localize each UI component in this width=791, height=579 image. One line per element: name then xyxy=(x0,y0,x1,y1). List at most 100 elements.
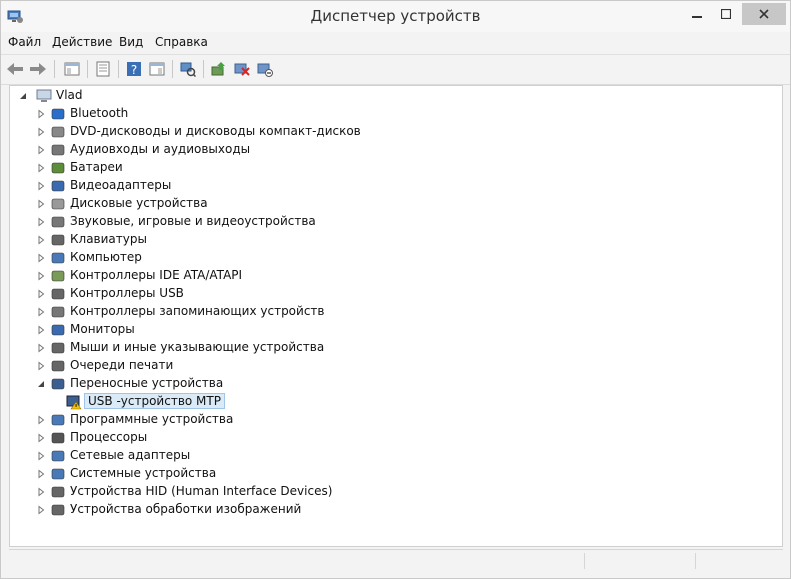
collapse-arrow-icon[interactable] xyxy=(18,91,28,101)
expand-arrow-icon[interactable] xyxy=(36,127,46,137)
tree-item-ide-controller[interactable]: Контроллеры IDE ATA/ATAPI xyxy=(36,267,736,285)
expand-arrow-icon[interactable] xyxy=(36,343,46,353)
uninstall-device-button[interactable] xyxy=(232,59,252,79)
back-button[interactable] xyxy=(5,59,25,79)
expand-arrow-icon[interactable] xyxy=(36,469,46,479)
help-button[interactable]: ? xyxy=(124,59,144,79)
computer-icon xyxy=(36,89,52,102)
show-hide-tree-button[interactable] xyxy=(62,59,82,79)
imaging-device-icon xyxy=(51,504,65,516)
update-driver-button[interactable] xyxy=(209,59,229,79)
expand-arrow-icon[interactable] xyxy=(36,361,46,371)
tree-item-label: Дисковые устройства xyxy=(70,196,208,210)
menu-help[interactable]: Справка xyxy=(155,35,208,49)
tree-item-display-adapter[interactable]: Видеоадаптеры xyxy=(36,177,736,195)
expand-arrow-icon[interactable] xyxy=(36,307,46,317)
tree-item-usb-controller[interactable]: Контроллеры USB xyxy=(36,285,736,303)
tree-item-label: Устройства обработки изображений xyxy=(70,502,302,516)
bluetooth-icon xyxy=(51,108,65,120)
tree-item-computer[interactable]: Компьютер xyxy=(36,249,736,267)
forward-button[interactable] xyxy=(28,59,48,79)
minimize-button[interactable] xyxy=(682,1,712,27)
show-hide-tree-icon xyxy=(64,62,80,76)
expand-arrow-icon[interactable] xyxy=(36,163,46,173)
disk-drive-icon xyxy=(51,198,65,210)
status-pane xyxy=(695,553,782,569)
expand-arrow-icon[interactable] xyxy=(36,181,46,191)
tree-item-bluetooth[interactable]: Bluetooth xyxy=(36,105,736,123)
expand-arrow-icon[interactable] xyxy=(36,487,46,497)
device-tree[interactable]: Vlad Bluetooth DVD-дисководы и дисководы … xyxy=(9,85,783,547)
mouse-icon xyxy=(51,342,65,354)
maximize-button[interactable] xyxy=(712,1,740,27)
expand-arrow-icon[interactable] xyxy=(36,253,46,263)
tree-item-label: Контроллеры USB xyxy=(70,286,184,300)
minimize-icon xyxy=(692,16,702,18)
tree-item-software-device[interactable]: Программные устройства xyxy=(36,411,736,429)
expand-arrow-icon[interactable] xyxy=(36,271,46,281)
maximize-icon xyxy=(721,9,731,19)
tree-item-print-queue[interactable]: Очереди печати xyxy=(36,357,736,375)
tree-item-label: Bluetooth xyxy=(70,106,129,120)
expand-arrow-icon[interactable] xyxy=(36,109,46,119)
expand-arrow-icon[interactable] xyxy=(36,451,46,461)
collapse-arrow-icon[interactable] xyxy=(36,379,46,389)
expand-arrow-icon[interactable] xyxy=(36,433,46,443)
tree-item-label: Видеоадаптеры xyxy=(70,178,172,192)
status-bar xyxy=(9,549,783,572)
tree-item-disk-drive[interactable]: Дисковые устройства xyxy=(36,195,736,213)
menu-view[interactable]: Вид xyxy=(119,35,143,49)
portable-device-icon xyxy=(51,378,65,390)
forward-icon xyxy=(30,63,46,75)
tree-item-label: Процессоры xyxy=(70,430,148,444)
properties-icon xyxy=(96,61,110,77)
close-button[interactable] xyxy=(742,3,786,25)
scan-hardware-icon xyxy=(180,62,196,77)
tree-item-portable-device[interactable]: Переносные устройства xyxy=(36,375,736,393)
expand-arrow-icon[interactable] xyxy=(36,199,46,209)
tree-root[interactable]: Vlad xyxy=(18,87,318,105)
expand-arrow-icon[interactable] xyxy=(36,145,46,155)
close-icon xyxy=(759,9,769,19)
tree-item-label: Очереди печати xyxy=(70,358,174,372)
tree-item-usb-mtp-device[interactable]: USB -устройство MTP xyxy=(54,393,354,411)
expand-arrow-icon[interactable] xyxy=(36,235,46,245)
expand-arrow-icon[interactable] xyxy=(36,325,46,335)
expand-arrow-icon[interactable] xyxy=(36,289,46,299)
dvd-drive-icon xyxy=(51,126,65,138)
tree-item-mouse[interactable]: Мыши и иные указывающие устройства xyxy=(36,339,736,357)
tree-item-sound-device[interactable]: Звуковые, игровые и видеоустройства xyxy=(36,213,736,231)
tree-item-label: Звуковые, игровые и видеоустройства xyxy=(70,214,316,228)
tree-item-label: Мониторы xyxy=(70,322,135,336)
menu-action[interactable]: Действие xyxy=(52,35,112,49)
expand-arrow-icon[interactable] xyxy=(36,217,46,227)
scan-hardware-button[interactable] xyxy=(178,59,198,79)
usb-controller-icon xyxy=(51,288,65,300)
tree-item-storage-controller[interactable]: Контроллеры запоминающих устройств xyxy=(36,303,736,321)
device-manager-window: Диспетчер устройств Файл Действие Вид Сп… xyxy=(0,0,791,579)
tree-item-system-device[interactable]: Системные устройства xyxy=(36,465,736,483)
expand-arrow-icon[interactable] xyxy=(36,415,46,425)
ide-controller-icon xyxy=(51,270,65,282)
tree-item-processor[interactable]: Процессоры xyxy=(36,429,736,447)
menu-file[interactable]: Файл xyxy=(8,35,41,49)
tree-item-keyboard[interactable]: Клавиатуры xyxy=(36,231,736,249)
warning-device-icon xyxy=(66,395,82,410)
tree-item-dvd-drive[interactable]: DVD-дисководы и дисководы компакт-дисков xyxy=(36,123,736,141)
tree-item-label: Контроллеры IDE ATA/ATAPI xyxy=(70,268,243,282)
disable-device-button[interactable] xyxy=(255,59,275,79)
tree-item-label: Аудиовходы и аудиовыходы xyxy=(70,142,251,156)
expand-arrow-icon[interactable] xyxy=(36,505,46,515)
toolbar-separator xyxy=(203,60,204,78)
window-title: Диспетчер устройств xyxy=(310,7,481,25)
tree-item-imaging-device[interactable]: Устройства обработки изображений xyxy=(36,501,736,519)
action-pane-icon xyxy=(149,62,165,76)
tree-item-network-adapter[interactable]: Сетевые адаптеры xyxy=(36,447,736,465)
tree-item-battery[interactable]: Батареи xyxy=(36,159,736,177)
properties-button[interactable] xyxy=(93,59,113,79)
tree-item-hid-device[interactable]: Устройства HID (Human Interface Devices) xyxy=(36,483,736,501)
tree-item-audio-io[interactable]: Аудиовходы и аудиовыходы xyxy=(36,141,736,159)
title-bar[interactable]: Диспетчер устройств xyxy=(1,1,790,32)
tree-item-monitor[interactable]: Мониторы xyxy=(36,321,736,339)
action-pane-button[interactable] xyxy=(147,59,167,79)
